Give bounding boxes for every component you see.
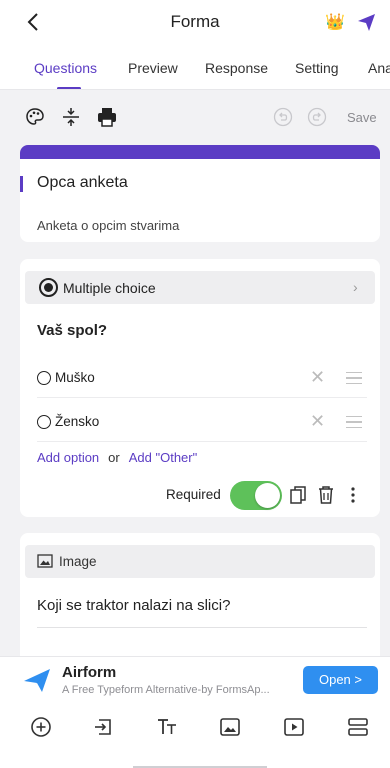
ad-title: Airform (62, 664, 117, 681)
drag-handle-icon[interactable] (346, 416, 362, 428)
image-icon (37, 554, 53, 568)
required-label: Required (166, 487, 221, 502)
image-icon[interactable] (218, 715, 242, 739)
option-label[interactable]: Žensko (55, 414, 99, 429)
print-icon[interactable] (96, 106, 118, 128)
tab-analytics[interactable]: Ana (368, 60, 390, 76)
tab-questions[interactable]: Questions (34, 60, 97, 76)
video-icon[interactable] (282, 715, 306, 739)
required-toggle[interactable] (230, 481, 282, 510)
form-header-card[interactable]: Opca anketa Anketa o opcim stvarima (20, 145, 380, 242)
question-type-selector[interactable]: Image (25, 545, 375, 578)
question-card[interactable]: Multiple choice › Vaš spol? Muško ✕ Žens… (20, 259, 380, 517)
option-row[interactable]: Muško ✕ (20, 358, 380, 398)
remove-option-icon[interactable]: ✕ (310, 368, 325, 386)
tab-setting[interactable]: Setting (295, 60, 339, 76)
active-tab-indicator (57, 87, 81, 89)
tab-response[interactable]: Response (205, 60, 268, 76)
top-bar: Forma 👑 (0, 0, 390, 44)
editor-toolbar (0, 92, 390, 142)
title-marker (20, 176, 23, 192)
ad-banner[interactable]: Airform A Free Typeform Alternative-by F… (0, 656, 390, 702)
copy-icon[interactable] (289, 485, 307, 505)
undo-icon[interactable] (272, 106, 294, 128)
spacing-icon[interactable] (60, 106, 82, 128)
tab-bar: Questions Preview Response Setting Ana (0, 44, 390, 90)
add-other-link[interactable]: Add "Other" (129, 450, 198, 465)
add-circle-icon[interactable] (29, 715, 53, 739)
question-type-selector[interactable]: Multiple choice › (25, 271, 375, 304)
crown-icon[interactable]: 👑 (325, 12, 345, 32)
text-icon[interactable] (155, 715, 179, 739)
ad-subtitle: A Free Typeform Alternative-by FormsAp..… (62, 684, 270, 696)
delete-icon[interactable] (317, 485, 335, 505)
add-option-row: Add option or Add "Other" (37, 450, 197, 465)
question-text[interactable]: Koji se traktor nalazi na slici? (37, 597, 230, 614)
divider (37, 397, 367, 398)
option-row[interactable]: Žensko ✕ (20, 402, 380, 442)
tab-preview[interactable]: Preview (128, 60, 178, 76)
airform-logo-icon (24, 669, 50, 692)
radio-icon (39, 278, 58, 297)
remove-option-icon[interactable]: ✕ (310, 412, 325, 430)
form-description[interactable]: Anketa o opcim stvarima (37, 218, 179, 233)
redo-icon[interactable] (306, 106, 328, 128)
question-type-label: Multiple choice (63, 280, 156, 296)
image-question-card[interactable]: Image Koji se traktor nalazi na slici? (20, 533, 380, 663)
question-text[interactable]: Vaš spol? (37, 322, 107, 339)
radio-icon (37, 371, 51, 385)
more-icon[interactable] (344, 485, 362, 505)
bottom-toolbar (0, 702, 390, 768)
add-option-link[interactable]: Add option (37, 450, 99, 465)
save-button[interactable]: Save (347, 110, 377, 125)
form-color-band (20, 145, 380, 159)
or-text: or (108, 450, 120, 465)
chevron-right-icon: › (353, 279, 358, 295)
drag-handle-icon[interactable] (346, 372, 362, 384)
section-icon[interactable] (346, 715, 370, 739)
form-title[interactable]: Opca anketa (37, 174, 128, 192)
option-label[interactable]: Muško (55, 370, 95, 385)
radio-icon (37, 415, 51, 429)
question-type-label: Image (59, 554, 97, 569)
send-icon[interactable] (356, 12, 376, 32)
import-icon[interactable] (91, 715, 115, 739)
divider (37, 627, 367, 628)
toggle-knob (255, 483, 280, 508)
divider (37, 441, 367, 442)
palette-icon[interactable] (24, 106, 46, 128)
ad-open-button[interactable]: Open > (303, 666, 378, 694)
